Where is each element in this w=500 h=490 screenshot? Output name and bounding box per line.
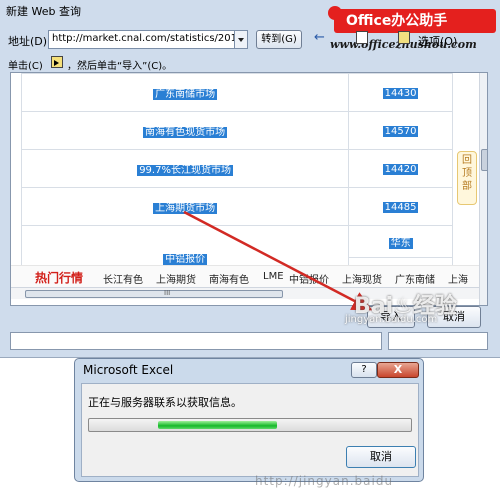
market-price: 14485 xyxy=(382,202,419,213)
save-icon[interactable] xyxy=(398,31,410,44)
progress-bar xyxy=(88,418,412,432)
address-dropdown-icon[interactable] xyxy=(234,30,248,49)
select-arrow-icon xyxy=(51,56,63,68)
table-row: 上海期货市场 14485 xyxy=(20,187,453,226)
nav-item[interactable]: 南海有色 xyxy=(209,271,249,286)
market-name: 上海期货市场 xyxy=(153,203,218,214)
nav-item[interactable]: 上海期货 xyxy=(156,271,196,286)
market-name: 99.7%长江现货市场 xyxy=(137,165,233,176)
market-price: 14420 xyxy=(382,164,419,175)
market-price: 14570 xyxy=(382,126,419,137)
web-content-pane: 广东南储市场 14430 南海有色现货市场 14570 99.7%长江现货市场 … xyxy=(10,72,488,306)
horizontal-scroll-thumb[interactable]: III xyxy=(25,289,283,298)
nav-item[interactable]: 中铝报价 xyxy=(289,271,329,286)
nav-item[interactable]: 上海 xyxy=(448,271,468,286)
address-input[interactable]: http://market.cnal.com/statistics/2013/ xyxy=(48,30,236,49)
vertical-scrollbar[interactable] xyxy=(479,73,487,305)
nav-item[interactable]: LME xyxy=(263,271,284,282)
table-row: 中铝报价 华东 xyxy=(20,225,453,290)
nav-title: 热门行情 xyxy=(35,271,84,285)
progress-fill xyxy=(158,421,278,429)
status-message: 正在与服务器联系以获取信息。 xyxy=(88,396,242,409)
hint-prefix: 单击(C) xyxy=(8,61,43,72)
table-row: 99.7%长江现货市场 14420 xyxy=(20,149,453,188)
help-button[interactable]: ? xyxy=(351,362,377,378)
close-button[interactable]: X xyxy=(377,362,419,378)
go-button[interactable]: 转到(G) xyxy=(256,30,302,49)
nav-item[interactable]: 长江有色 xyxy=(103,271,143,286)
back-arrow-icon[interactable]: ← xyxy=(314,30,325,45)
price-table: 广东南储市场 14430 南海有色现货市场 14570 99.7%长江现货市场 … xyxy=(20,73,453,290)
hint-suffix: ，然后单击“导入”(C)。 xyxy=(67,61,173,72)
back-to-top-tab[interactable]: 回顶部 xyxy=(457,151,477,205)
address-label: 地址(D): xyxy=(8,35,51,48)
market-region: 华东 xyxy=(388,238,413,249)
dialog-cancel-button[interactable]: 取消 xyxy=(346,446,416,468)
page-icon[interactable] xyxy=(356,31,368,44)
market-name: 广东南储市场 xyxy=(153,89,218,100)
table-row: 广东南储市场 14430 xyxy=(20,73,453,112)
options-button[interactable]: 选项(O) xyxy=(418,33,457,49)
nav-item[interactable]: 广东南储 xyxy=(395,271,435,286)
hot-quotes-nav: 热门行情 长江有色 上海期货 南海有色 LME 中铝报价 上海现货 广东南储 上… xyxy=(11,265,479,287)
market-name: 中铝报价 xyxy=(163,254,208,265)
scroll-grip-icon: III xyxy=(164,289,171,297)
excel-dialog: Microsoft Excel ? X 正在与服务器联系以获取信息。 取消 xyxy=(74,358,424,482)
nav-item[interactable]: 上海现货 xyxy=(342,271,382,286)
dialog-body: 正在与服务器联系以获取信息。 取消 xyxy=(81,383,419,477)
table-row: 南海有色现货市场 14570 xyxy=(20,111,453,150)
status-bar xyxy=(10,332,382,350)
dialog-title: Microsoft Excel xyxy=(83,363,174,377)
jingyan-watermark: jingyan.baidu.com xyxy=(345,314,438,325)
vertical-scroll-thumb[interactable] xyxy=(481,149,487,171)
status-bar-secondary xyxy=(388,332,488,350)
market-price: 14430 xyxy=(382,88,419,99)
market-name: 南海有色现货市场 xyxy=(143,127,228,138)
brand-banner: Office办公助手 xyxy=(334,9,496,33)
bottom-watermark: http://jingyan.baidu xyxy=(255,474,394,488)
window-title: 新建 Web 查询 xyxy=(6,5,81,18)
